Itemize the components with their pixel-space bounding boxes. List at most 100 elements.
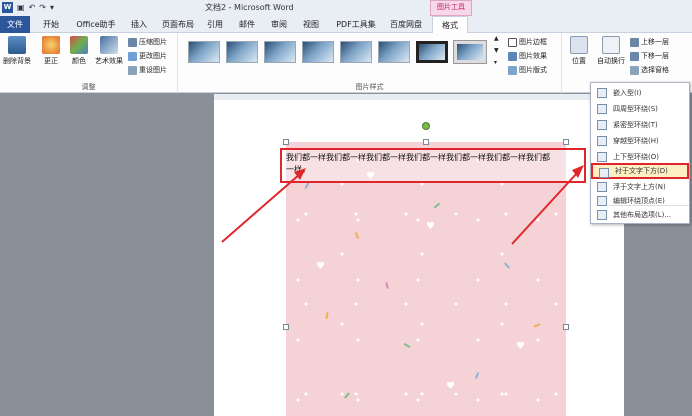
selection-pane-button[interactable]: 选择窗格 (630, 65, 669, 75)
gallery-scroll-up[interactable]: ▲ (494, 35, 499, 42)
wrap-text-icon (602, 36, 620, 54)
in-front-text-icon (597, 182, 607, 192)
group-label-adjust: 调整 (81, 83, 96, 91)
send-backward-button[interactable]: 下移一层 (630, 51, 669, 61)
color-button[interactable]: 颜色 (64, 36, 94, 66)
tab-page-layout[interactable]: 页面布局 (158, 16, 198, 33)
confetti-decoration (304, 181, 310, 190)
save-icon[interactable]: ▣ (17, 1, 25, 14)
picture-border-icon (508, 37, 517, 47)
heart-decoration: ♥ (316, 261, 325, 272)
menu-item-square[interactable]: 四周型环绕(S) (591, 101, 689, 117)
undo-icon[interactable]: ↶ (29, 1, 36, 14)
change-picture-button[interactable]: 更改图片 (128, 51, 167, 61)
picture-style-thumb[interactable] (188, 41, 220, 63)
edit-wrap-points-icon (597, 196, 607, 206)
confetti-decoration (403, 342, 411, 349)
heart-decoration: ♥ (516, 341, 525, 352)
compress-pictures-button[interactable]: 压缩图片 (128, 37, 167, 47)
resize-handle-left[interactable] (283, 324, 289, 330)
tab-mailings[interactable]: 邮件 (232, 16, 262, 33)
picture-style-thumb[interactable] (264, 41, 296, 63)
position-button[interactable]: 位置 (564, 36, 594, 66)
group-label-picture-styles: 图片样式 (355, 83, 384, 91)
ribbon: 删除背景 更正 颜色 艺术效果 压缩图片 更改图片 重设图片 调整 ▲ ▼ ▾ … (0, 33, 692, 93)
selection-pane-icon (630, 65, 639, 75)
corrections-sun-icon (42, 36, 60, 54)
change-picture-icon (128, 51, 137, 61)
picture-style-thumb[interactable] (302, 41, 334, 63)
picture-style-thumb[interactable] (453, 40, 487, 64)
send-backward-icon (630, 51, 639, 61)
behind-text-icon (599, 168, 609, 178)
tab-view[interactable]: 视图 (296, 16, 326, 33)
picture-effects-button[interactable]: 图片效果 (508, 51, 547, 61)
picture-border-button[interactable]: 图片边框 (508, 37, 547, 47)
confetti-decoration (325, 311, 329, 320)
confetti-decoration (503, 262, 511, 269)
redo-icon[interactable]: ↷ (39, 1, 46, 14)
window-title: 文档2 - Microsoft Word (205, 3, 294, 12)
confetti-decoration (343, 392, 351, 399)
tab-insert[interactable]: 插入 (124, 16, 154, 33)
picture-style-thumb[interactable] (340, 41, 372, 63)
picture-layout-icon (508, 65, 517, 75)
group-picture-styles: ▲ ▼ ▾ 图片边框 图片效果 图片版式 图片样式 (178, 33, 562, 93)
bring-forward-icon (630, 37, 639, 47)
title-bar: W ▣ ↶ ↷ ▾ 文档2 - Microsoft Word 图片工具 (0, 0, 692, 16)
tab-office-assistant[interactable]: Office助手 (70, 16, 122, 33)
tab-home[interactable]: 开始 (36, 16, 66, 33)
heart-decoration: ♥ (446, 381, 455, 392)
tab-baidu-netdisk[interactable]: 百度网盘 (384, 16, 428, 33)
tab-references[interactable]: 引用 (200, 16, 230, 33)
resize-handle-top-right[interactable] (563, 139, 569, 145)
tab-pdf-tools[interactable]: PDF工具集 (330, 16, 382, 33)
confetti-decoration (474, 371, 480, 380)
confetti-decoration (385, 281, 389, 290)
word-app-icon: W (2, 2, 13, 13)
gallery-scroll-down[interactable]: ▼ (494, 47, 499, 54)
heart-decoration: ♥ (426, 221, 435, 232)
document-body-text[interactable]: 我们都一样我们都一样我们都一样我们都一样我们都一样我们都一样我们都一样。 (286, 152, 556, 176)
through-wrap-icon (597, 136, 607, 146)
picture-style-thumb[interactable] (226, 41, 258, 63)
resize-handle-top[interactable] (423, 139, 429, 145)
corrections-button[interactable]: 更正 (36, 36, 66, 66)
artistic-effects-button[interactable]: 艺术效果 (92, 36, 126, 66)
reset-picture-button[interactable]: 重设图片 (128, 65, 167, 75)
remove-background-button[interactable]: 删除背景 (2, 36, 32, 66)
inline-wrap-icon (597, 88, 607, 98)
menu-item-more-layout-options[interactable]: 其他布局选项(L)... (591, 207, 689, 223)
menu-item-through[interactable]: 穿越型环绕(H) (591, 133, 689, 149)
reset-picture-icon (128, 65, 137, 75)
picture-tools-context-label: 图片工具 (430, 0, 472, 16)
wrap-text-button[interactable]: 自动换行 (594, 36, 628, 66)
confetti-decoration (533, 323, 541, 328)
color-icon (70, 36, 88, 54)
menu-item-behind-text[interactable]: 衬于文字下方(D) (591, 163, 689, 179)
menu-item-inline[interactable]: 嵌入型(I) (591, 85, 689, 101)
tab-file[interactable]: 文件 (0, 16, 30, 33)
wrap-text-menu: 嵌入型(I) 四周型环绕(S) 紧密型环绕(T) 穿越型环绕(H) 上下型环绕(… (590, 82, 690, 224)
menu-separator (609, 205, 689, 206)
confetti-decoration (433, 202, 441, 209)
tab-review[interactable]: 审阅 (264, 16, 294, 33)
rotate-handle[interactable] (422, 122, 430, 130)
tab-format[interactable]: 格式 (432, 16, 468, 34)
resize-handle-top-left[interactable] (283, 139, 289, 145)
picture-style-thumb[interactable] (378, 41, 410, 63)
background-picture[interactable]: ♥ ♥ ♥ ♥ ♥ (286, 142, 566, 416)
customize-qat-icon[interactable]: ▾ (50, 1, 54, 14)
picture-layout-button[interactable]: 图片版式 (508, 65, 547, 75)
picture-style-thumb[interactable] (416, 41, 448, 63)
quick-access-toolbar: W ▣ ↶ ↷ ▾ (2, 1, 54, 14)
resize-handle-right[interactable] (563, 324, 569, 330)
picture-effects-icon (508, 51, 517, 61)
layout-options-icon (597, 210, 607, 220)
gallery-more[interactable]: ▾ (494, 59, 497, 66)
tight-wrap-icon (597, 120, 607, 130)
remove-background-icon (8, 36, 26, 54)
menu-item-tight[interactable]: 紧密型环绕(T) (591, 117, 689, 133)
bring-forward-button[interactable]: 上移一层 (630, 37, 669, 47)
square-wrap-icon (597, 104, 607, 114)
